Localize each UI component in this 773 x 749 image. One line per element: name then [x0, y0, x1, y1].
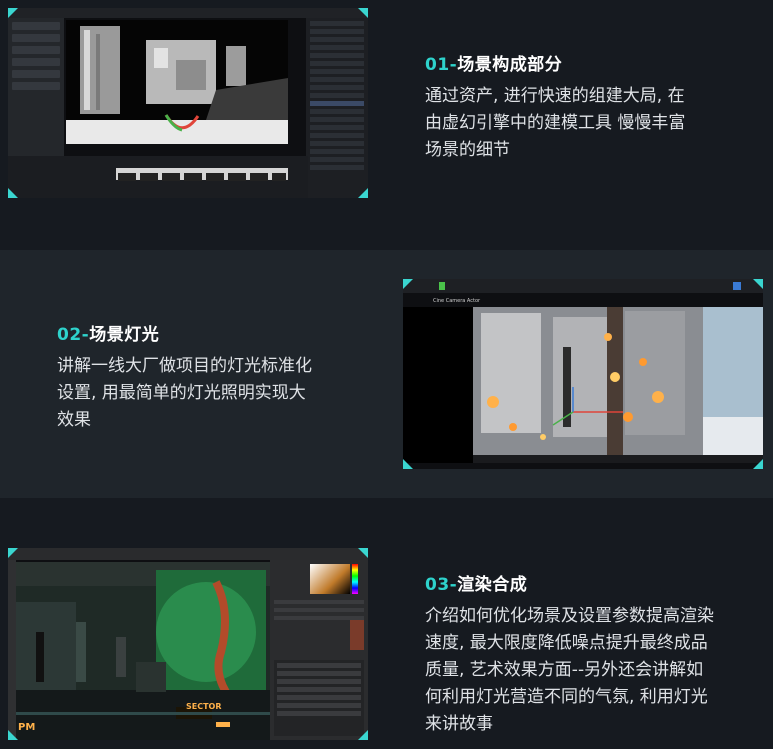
- section-1-description: 通过资产, 进行快速的组建大局, 在 由虚幻引擎中的建模工具 慢慢丰富 场景的细…: [425, 83, 765, 164]
- ps-canvas: SECTOR PM: [16, 562, 270, 740]
- description-line: 效果: [57, 410, 91, 430]
- corner-accent: [8, 188, 18, 198]
- section-2-text: 02-场景灯光 讲解一线大厂做项目的灯光标准化 设置, 用最简单的灯光照明实现大…: [57, 320, 377, 434]
- editor-toolbar: [403, 279, 763, 293]
- ps-menubar: [8, 548, 368, 560]
- description-line: 由虚幻引擎中的建模工具 慢慢丰富: [425, 113, 686, 133]
- section-2-description: 讲解一线大厂做项目的灯光标准化 设置, 用最简单的灯光照明实现大 效果: [57, 353, 377, 434]
- description-line: 来讲故事: [425, 714, 493, 734]
- section-title: 场景灯光: [89, 325, 160, 345]
- corner-accent: [753, 279, 763, 289]
- corner-accent: [8, 730, 18, 740]
- corner-accent: [8, 8, 18, 18]
- description-line: 场景的细节: [425, 140, 510, 160]
- editor-left-panel: [8, 18, 64, 156]
- color-picker-swatch[interactable]: [310, 564, 350, 594]
- corner-accent: [358, 548, 368, 558]
- section-band-3: SECTOR PM 03-渲染合成 介绍如何优化场景及设置参数提高渲染 速度, …: [0, 498, 773, 749]
- corner-accent: [753, 459, 763, 469]
- description-line: 何利用灯光营造不同的气氛, 利用灯光: [425, 687, 708, 707]
- section-2-heading: 02-场景灯光: [57, 320, 377, 345]
- description-line: 通过资产, 进行快速的组建大局, 在: [425, 86, 685, 106]
- ps-toolbar: [8, 560, 16, 740]
- lighting-viewport: [403, 307, 763, 463]
- corner-accent: [403, 459, 413, 469]
- corner-accent: [8, 548, 18, 558]
- description-line: 讲解一线大厂做项目的灯光标准化: [57, 356, 312, 376]
- section-number: 02-: [57, 325, 90, 345]
- description-line: 设置, 用最简单的灯光照明实现大: [57, 383, 306, 403]
- ps-panels: [270, 560, 368, 740]
- viewport-tab-label: Cine Camera Actor: [433, 298, 481, 304]
- sequencer-thumbnail-strip: [116, 168, 288, 181]
- editor-viewport: [66, 20, 288, 144]
- layers-panel: [274, 660, 364, 736]
- description-line: 介绍如何优化场景及设置参数提高渲染: [425, 606, 714, 626]
- section-3-text: 03-渲染合成 介绍如何优化场景及设置参数提高渲染 速度, 最大限度降低噪点提升…: [425, 570, 765, 738]
- corner-accent: [358, 8, 368, 18]
- photoshop-composite-screenshot: SECTOR PM: [8, 548, 368, 740]
- section-title: 渲染合成: [457, 575, 528, 595]
- ue-editor-screenshot: [8, 8, 368, 198]
- description-line: 质量, 艺术效果方面--另外还会讲解如: [425, 660, 704, 680]
- section-3-heading: 03-渲染合成: [425, 570, 765, 595]
- editor-menubar: [8, 8, 368, 18]
- section-1-heading: 01-场景构成部分: [425, 50, 765, 75]
- layer-thumbnail[interactable]: [350, 620, 364, 650]
- scene-sign-text-left: PM: [18, 722, 36, 733]
- section-1-text: 01-场景构成部分 通过资产, 进行快速的组建大局, 在 由虚幻引擎中的建模工具…: [425, 50, 765, 164]
- scene-sign-text: SECTOR: [186, 702, 222, 711]
- ue-lighting-screenshot: Cine Camera Actor: [403, 279, 763, 469]
- hue-slider[interactable]: [352, 564, 358, 594]
- corner-accent: [358, 730, 368, 740]
- viewport-tab[interactable]: Cine Camera Actor: [403, 297, 523, 306]
- section-3-description: 介绍如何优化场景及设置参数提高渲染 速度, 最大限度降低噪点提升最终成品 质量,…: [425, 603, 765, 738]
- view-mode-icon[interactable]: [733, 282, 741, 290]
- description-line: 速度, 最大限度降低噪点提升最终成品: [425, 633, 708, 653]
- corner-accent: [403, 279, 413, 289]
- play-icon[interactable]: [439, 282, 445, 290]
- section-title: 场景构成部分: [457, 55, 563, 75]
- section-number: 01-: [425, 55, 458, 75]
- section-band-2: 02-场景灯光 讲解一线大厂做项目的灯光标准化 设置, 用最简单的灯光照明实现大…: [0, 250, 773, 498]
- corner-accent: [358, 188, 368, 198]
- editor-outliner-panel: [306, 18, 368, 198]
- section-number: 03-: [425, 575, 458, 595]
- section-band-1: 01-场景构成部分 通过资产, 进行快速的组建大局, 在 由虚幻引擎中的建模工具…: [0, 0, 773, 250]
